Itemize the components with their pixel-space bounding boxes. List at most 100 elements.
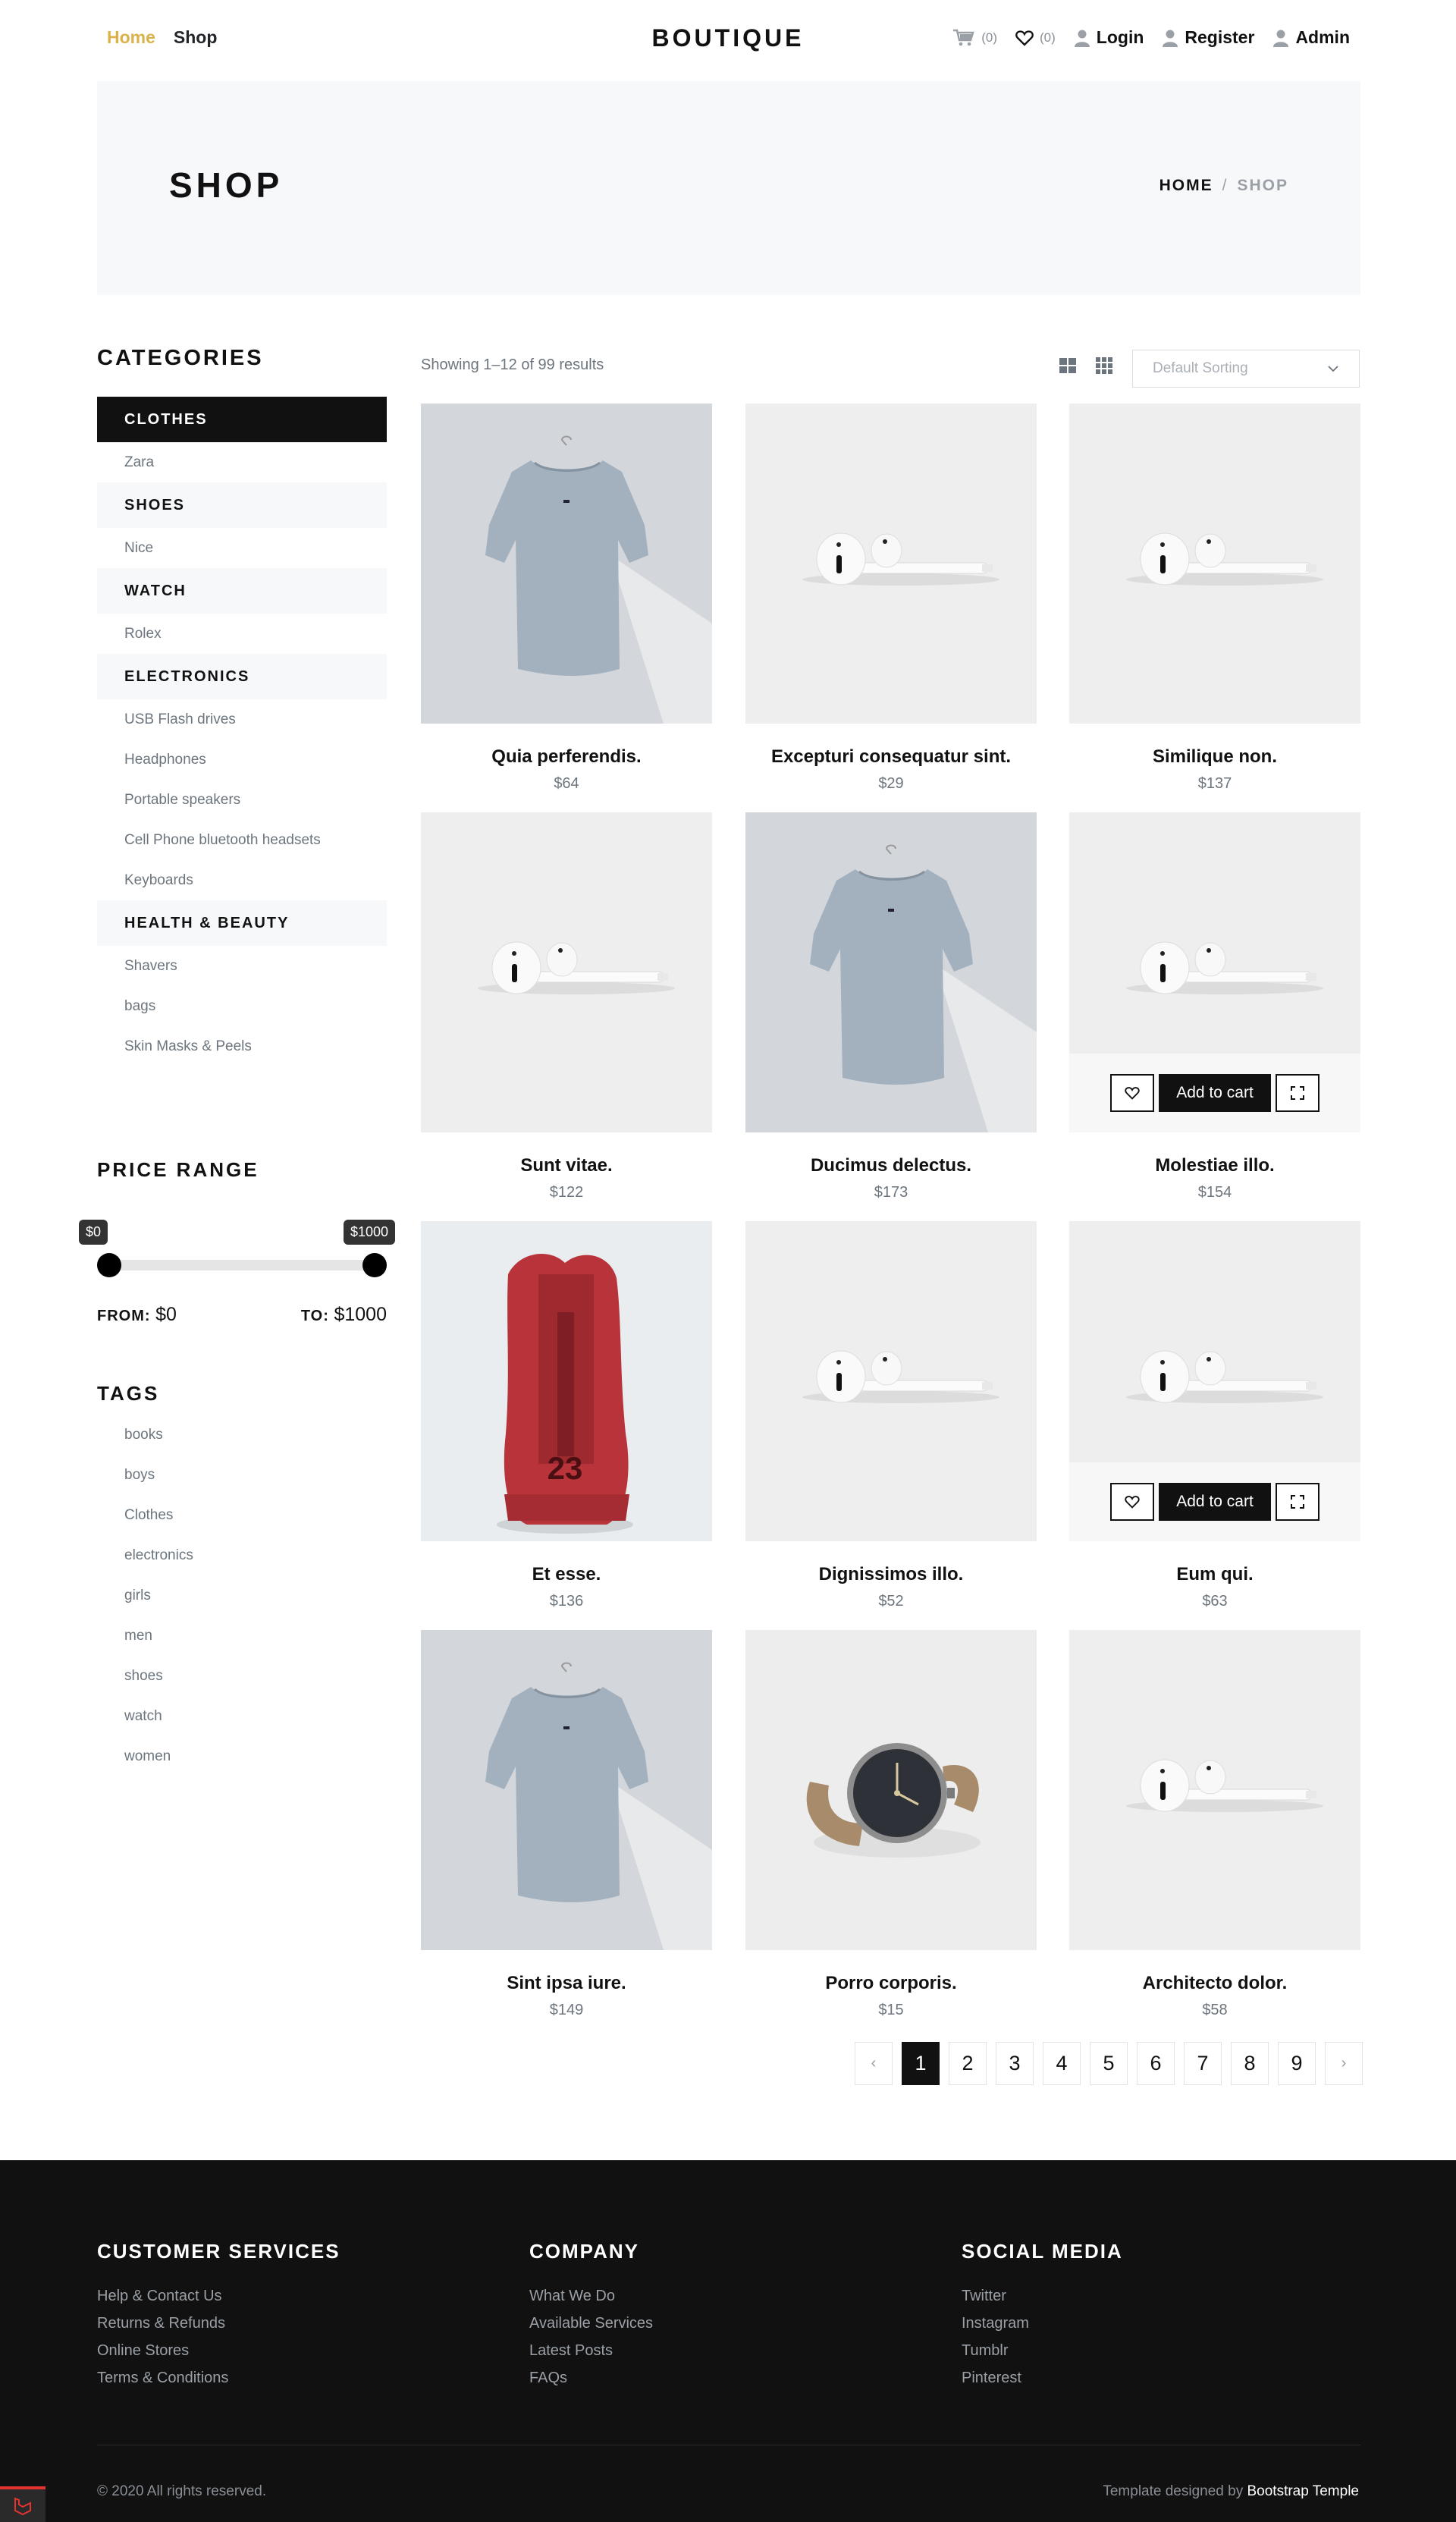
- nav-shop-link[interactable]: Shop: [174, 27, 218, 48]
- footer-link[interactable]: Instagram: [962, 2315, 1123, 2342]
- subcategory-link[interactable]: Cell Phone bluetooth headsets: [97, 820, 387, 860]
- admin-link[interactable]: Admin: [1272, 27, 1350, 48]
- footer-link[interactable]: Returns & Refunds: [97, 2315, 340, 2342]
- product-card[interactable]: Sint ipsa iure. $149: [421, 1630, 712, 2024]
- footer-link[interactable]: Available Services: [529, 2315, 653, 2342]
- product-card[interactable]: 23 Et esse. $136: [421, 1221, 712, 1616]
- tag-link[interactable]: women: [97, 1736, 387, 1776]
- product-image[interactable]: [1069, 1630, 1360, 1950]
- product-name[interactable]: Sint ipsa iure.: [421, 1973, 712, 1994]
- footer-link[interactable]: What We Do: [529, 2288, 653, 2315]
- subcategory-link[interactable]: Keyboards: [97, 860, 387, 900]
- subcategory-link[interactable]: Portable speakers: [97, 780, 387, 820]
- tag-link[interactable]: girls: [97, 1575, 387, 1616]
- grid-large-icon[interactable]: [1059, 356, 1077, 375]
- category-watch[interactable]: WATCH: [97, 568, 387, 614]
- pagination-page[interactable]: 6: [1137, 2042, 1175, 2085]
- subcategory-link[interactable]: Zara: [97, 442, 387, 482]
- product-name[interactable]: Excepturi consequatur sint.: [745, 746, 1037, 768]
- footer-link[interactable]: Online Stores: [97, 2342, 340, 2370]
- credit-link[interactable]: Bootstrap Temple: [1247, 2483, 1359, 2499]
- product-image[interactable]: [745, 1630, 1037, 1950]
- product-name[interactable]: Molestiae illo.: [1069, 1155, 1360, 1176]
- footer-link[interactable]: Latest Posts: [529, 2342, 653, 2370]
- category-health-beauty[interactable]: HEALTH & BEAUTY: [97, 900, 387, 946]
- tag-link[interactable]: Clothes: [97, 1495, 387, 1535]
- product-image[interactable]: 23: [421, 1221, 712, 1541]
- product-name[interactable]: Similique non.: [1069, 746, 1360, 768]
- pagination-page[interactable]: 5: [1090, 2042, 1128, 2085]
- add-to-cart-button[interactable]: Add to cart: [1159, 1483, 1271, 1521]
- product-image[interactable]: [421, 404, 712, 724]
- footer-link[interactable]: Help & Contact Us: [97, 2288, 340, 2315]
- pagination-page[interactable]: 2: [949, 2042, 987, 2085]
- register-link[interactable]: Register: [1162, 27, 1254, 48]
- product-image[interactable]: [421, 1630, 712, 1950]
- tag-link[interactable]: men: [97, 1616, 387, 1656]
- tag-link[interactable]: boys: [97, 1455, 387, 1495]
- pagination-next[interactable]: ›: [1325, 2042, 1363, 2085]
- subcategory-link[interactable]: Headphones: [97, 740, 387, 780]
- subcategory-link[interactable]: Shavers: [97, 946, 387, 986]
- product-image[interactable]: [1069, 404, 1360, 724]
- product-image[interactable]: [745, 404, 1037, 724]
- tag-link[interactable]: watch: [97, 1696, 387, 1736]
- product-name[interactable]: Dignissimos illo.: [745, 1564, 1037, 1585]
- product-card[interactable]: Sunt vitae. $122: [421, 812, 712, 1207]
- subcategory-link[interactable]: Nice: [97, 528, 387, 568]
- product-name[interactable]: Porro corporis.: [745, 1973, 1037, 1994]
- subcategory-link[interactable]: USB Flash drives: [97, 699, 387, 740]
- tag-link[interactable]: electronics: [97, 1535, 387, 1575]
- product-name[interactable]: Quia perferendis.: [421, 746, 712, 768]
- category-shoes[interactable]: SHOES: [97, 482, 387, 528]
- add-to-wishlist-button[interactable]: [1110, 1483, 1154, 1521]
- quick-view-button[interactable]: [1276, 1483, 1320, 1521]
- product-name[interactable]: Sunt vitae.: [421, 1155, 712, 1176]
- pagination-prev[interactable]: ‹: [855, 2042, 893, 2085]
- pagination-page[interactable]: 1: [902, 2042, 940, 2085]
- product-name[interactable]: Et esse.: [421, 1564, 712, 1585]
- pagination-page[interactable]: 9: [1278, 2042, 1316, 2085]
- price-range-min-handle[interactable]: [97, 1253, 121, 1277]
- login-link[interactable]: Login: [1074, 27, 1144, 48]
- footer-link[interactable]: FAQs: [529, 2370, 653, 2397]
- subcategory-link[interactable]: Skin Masks & Peels: [97, 1026, 387, 1066]
- add-to-cart-button[interactable]: Add to cart: [1159, 1074, 1271, 1112]
- product-name[interactable]: Architecto dolor.: [1069, 1973, 1360, 1994]
- quick-view-button[interactable]: [1276, 1074, 1320, 1112]
- add-to-wishlist-button[interactable]: [1110, 1074, 1154, 1112]
- category-electronics[interactable]: ELECTRONICS: [97, 654, 387, 699]
- product-card[interactable]: Quia perferendis. $64: [421, 404, 712, 798]
- footer-link[interactable]: Pinterest: [962, 2370, 1123, 2397]
- tag-link[interactable]: books: [97, 1415, 387, 1455]
- category-clothes[interactable]: CLOTHES: [97, 397, 387, 442]
- product-card[interactable]: Add to cart Molestiae illo. $154: [1069, 812, 1360, 1207]
- product-card[interactable]: Add to cart Eum qui. $63: [1069, 1221, 1360, 1616]
- brand-logo[interactable]: BOUTIQUE: [652, 24, 805, 52]
- breadcrumb-home[interactable]: HOME: [1159, 177, 1213, 195]
- product-image[interactable]: [421, 812, 712, 1132]
- product-card[interactable]: Architecto dolor. $58: [1069, 1630, 1360, 2024]
- product-card[interactable]: Porro corporis. $15: [745, 1630, 1037, 2024]
- nav-home-link[interactable]: Home: [107, 27, 155, 48]
- pagination-page[interactable]: 4: [1043, 2042, 1081, 2085]
- price-range-track[interactable]: [108, 1260, 375, 1270]
- footer-link[interactable]: Twitter: [962, 2288, 1123, 2315]
- debugbar-icon[interactable]: [0, 2486, 46, 2522]
- product-card[interactable]: Excepturi consequatur sint. $29: [745, 404, 1037, 798]
- product-name[interactable]: Ducimus delectus.: [745, 1155, 1037, 1176]
- price-range-max-handle[interactable]: [362, 1253, 387, 1277]
- product-name[interactable]: Eum qui.: [1069, 1564, 1360, 1585]
- footer-link[interactable]: Terms & Conditions: [97, 2370, 340, 2397]
- subcategory-link[interactable]: Rolex: [97, 614, 387, 654]
- wishlist-link[interactable]: (0): [1015, 30, 1056, 46]
- tag-link[interactable]: shoes: [97, 1656, 387, 1696]
- grid-small-icon[interactable]: [1095, 356, 1113, 375]
- pagination-page[interactable]: 3: [996, 2042, 1034, 2085]
- pagination-page[interactable]: 7: [1184, 2042, 1222, 2085]
- product-card[interactable]: Ducimus delectus. $173: [745, 812, 1037, 1207]
- cart-link[interactable]: (0): [952, 29, 997, 47]
- subcategory-link[interactable]: bags: [97, 986, 387, 1026]
- product-card[interactable]: Similique non. $137: [1069, 404, 1360, 798]
- product-image[interactable]: [745, 1221, 1037, 1541]
